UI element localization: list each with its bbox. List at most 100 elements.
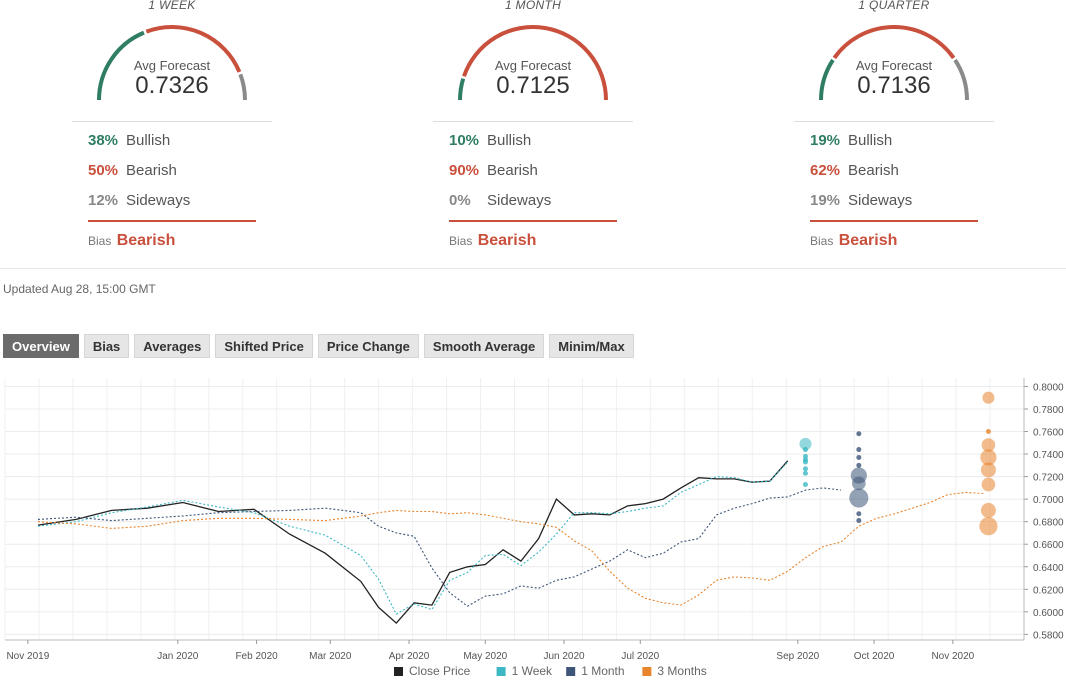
y-tick-label: 0.5800 xyxy=(1033,630,1064,641)
y-tick-label: 0.6000 xyxy=(1033,608,1064,619)
forecast-bubble xyxy=(856,462,862,468)
avg-forecast-value: 0.7326 xyxy=(135,72,209,99)
y-tick-label: 0.6600 xyxy=(1033,540,1064,551)
bias-underline xyxy=(88,220,256,222)
sideways-percent: 19% xyxy=(810,192,841,209)
bearish-stat: 50% Bearish xyxy=(88,162,177,179)
legend-swatch xyxy=(394,667,403,676)
legend-swatch xyxy=(496,667,506,676)
divider xyxy=(433,121,633,122)
bias: Bias Bearish xyxy=(88,232,175,250)
forecast-bubble xyxy=(981,477,996,492)
forecast-bubble xyxy=(980,502,996,518)
bullish-percent: 38% xyxy=(88,132,119,149)
tab-averages[interactable]: Averages xyxy=(134,334,211,358)
bearish-percent: 90% xyxy=(449,162,480,179)
x-tick-label: Feb 2020 xyxy=(235,651,278,662)
bearish-stat: 90% Bearish xyxy=(449,162,538,179)
sideways-stat: 19% Sideways xyxy=(810,192,912,209)
avg-forecast-value: 0.7125 xyxy=(496,72,570,99)
tab-bias[interactable]: Bias xyxy=(83,334,130,358)
bias: Bias Bearish xyxy=(449,232,536,250)
legend-label: 1 Month xyxy=(581,664,624,678)
forecast-bubble xyxy=(856,454,862,460)
gauge-bearish-arc xyxy=(832,25,956,60)
tab-smooth-average[interactable]: Smooth Average xyxy=(423,334,545,358)
y-tick-label: 0.8000 xyxy=(1033,382,1064,393)
forecast-bubble xyxy=(980,462,996,478)
y-tick-label: 0.6800 xyxy=(1033,518,1064,529)
sideways-percent: 0% xyxy=(449,192,471,209)
forecast-bubble xyxy=(849,488,869,508)
bullish-label: Bullish xyxy=(126,132,171,149)
forecast-panel-1-quarter: 1 QUARTER Avg Forecast 0.7136 19% Bullish… xyxy=(714,0,1066,268)
x-tick-label: Sep 2020 xyxy=(776,651,819,662)
forecast-bubble xyxy=(856,518,862,524)
forecast-chart: 0.8000 0.7800 0.7600 0.7400 0.7200 0.7000 0.68… xyxy=(4,378,1064,678)
y-tick-label: 0.7800 xyxy=(1033,405,1064,416)
bias-value: Bearish xyxy=(838,232,898,249)
bias-value: Bearish xyxy=(477,232,537,249)
sideways-label: Sideways xyxy=(126,192,191,209)
forecast-bubble xyxy=(802,481,808,487)
bias-underline xyxy=(810,220,978,222)
x-tick-label: Apr 2020 xyxy=(389,651,430,662)
forecast-panel-1-month: 1 MONTH Avg Forecast 0.7125 10% Bullish 9… xyxy=(353,0,713,268)
x-tick-label: Oct 2020 xyxy=(854,651,895,662)
forecast-panel-1-week: 1 WEEK Avg Forecast 0.7326 38% Bullish 50… xyxy=(0,0,352,268)
updated-timestamp: Updated Aug 28, 15:00 GMT xyxy=(3,282,156,296)
legend-label: 1 Week xyxy=(512,664,553,678)
x-tick-label: Jul 2020 xyxy=(621,651,659,662)
forecast-bubble xyxy=(856,431,862,437)
y-tick-label: 0.7400 xyxy=(1033,450,1064,461)
legend-label: Close Price xyxy=(409,664,471,678)
legend-label: 3 Months xyxy=(657,664,706,678)
bias-label: Bias xyxy=(810,234,834,248)
x-tick-label: Nov 2019 xyxy=(6,651,49,662)
sideways-percent: 12% xyxy=(88,192,119,209)
bias-label: Bias xyxy=(88,234,112,248)
bearish-percent: 62% xyxy=(810,162,841,179)
bearish-label: Bearish xyxy=(848,162,899,179)
y-tick-label: 0.7600 xyxy=(1033,428,1064,439)
sideways-label: Sideways xyxy=(487,192,552,209)
section-divider xyxy=(0,268,1066,269)
x-tick-label: May 2020 xyxy=(463,651,507,662)
tab-minim-max[interactable]: Minim/Max xyxy=(549,334,634,358)
avg-forecast-label: Avg Forecast xyxy=(855,58,933,73)
bullish-stat: 38% Bullish xyxy=(88,132,170,149)
y-tick-label: 0.7200 xyxy=(1033,473,1064,484)
bullish-percent: 19% xyxy=(810,132,841,149)
forecast-bubble xyxy=(856,511,862,517)
tab-shifted-price[interactable]: Shifted Price xyxy=(215,334,313,358)
bias-value: Bearish xyxy=(116,232,176,249)
sideways-stat: 12% Sideways xyxy=(88,192,190,209)
avg-forecast-label: Avg Forecast xyxy=(494,58,572,73)
x-tick-label: Nov 2020 xyxy=(931,651,974,662)
bias-underline xyxy=(449,220,617,222)
forecast-bubble xyxy=(851,476,866,491)
bullish-stat: 10% Bullish xyxy=(449,132,531,149)
y-tick-label: 0.7000 xyxy=(1033,495,1064,506)
forecast-bubble xyxy=(802,466,808,472)
forecast-bubble xyxy=(802,470,808,476)
forecast-bubble xyxy=(856,447,862,453)
bearish-stat: 62% Bearish xyxy=(810,162,899,179)
forecast-bubble xyxy=(802,447,808,453)
y-tick-label: 0.6400 xyxy=(1033,563,1064,574)
bullish-percent: 10% xyxy=(449,132,480,149)
x-tick-label: Mar 2020 xyxy=(309,651,352,662)
bearish-percent: 50% xyxy=(88,162,119,179)
avg-forecast-label: Avg Forecast xyxy=(133,58,211,73)
bullish-stat: 19% Bullish xyxy=(810,132,892,149)
x-tick-label: Jun 2020 xyxy=(543,651,585,662)
bullish-label: Bullish xyxy=(848,132,893,149)
y-tick-label: 0.6200 xyxy=(1033,585,1064,596)
chart-tabs: Overview Bias Averages Shifted Price Pri… xyxy=(3,334,639,358)
bearish-label: Bearish xyxy=(126,162,177,179)
tab-overview[interactable]: Overview xyxy=(3,334,79,358)
series-line-3-months xyxy=(37,491,984,606)
legend-swatch xyxy=(642,667,652,676)
forecast-bubble xyxy=(985,429,991,435)
tab-price-change[interactable]: Price Change xyxy=(317,334,419,358)
